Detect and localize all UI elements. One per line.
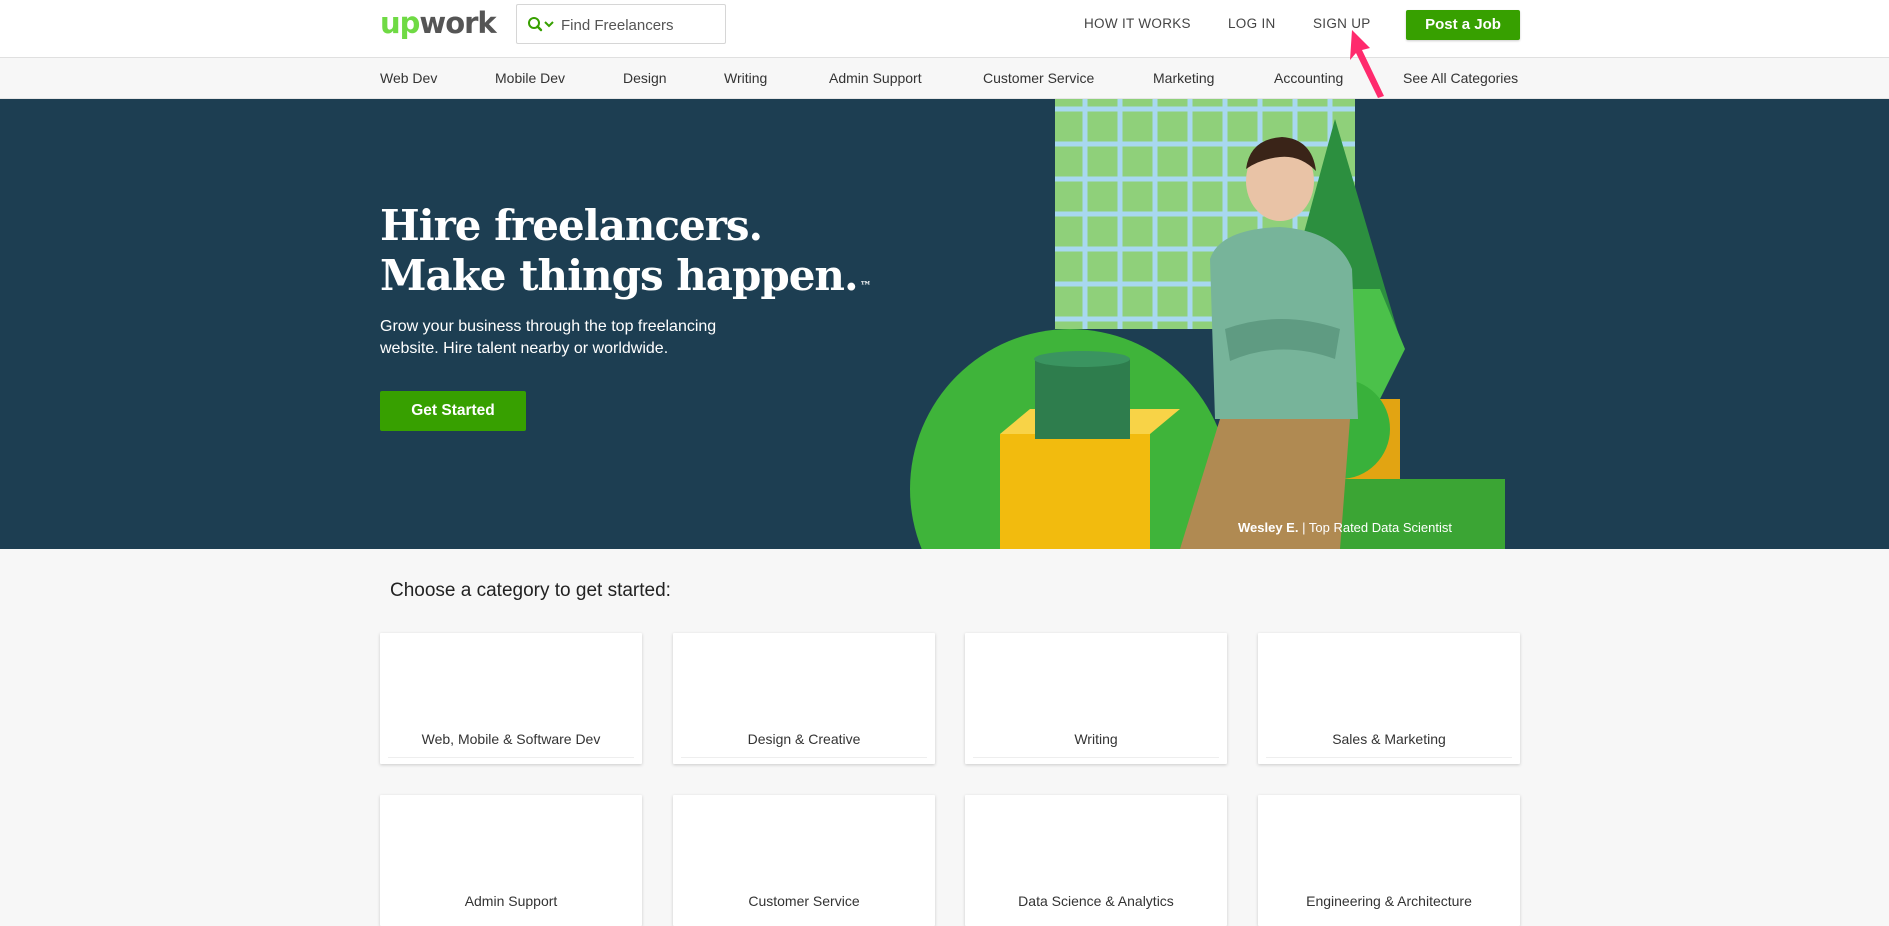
category-card[interactable]: Engineering & Architecture xyxy=(1258,795,1520,926)
category-subnav: Web Dev Mobile Dev Design Writing Admin … xyxy=(0,59,1889,99)
subnav-see-all-categories[interactable]: See All Categories xyxy=(1403,70,1518,86)
annotation-arrow-icon xyxy=(1350,30,1384,98)
hero-illustration xyxy=(910,99,1505,549)
subnav-admin-support[interactable]: Admin Support xyxy=(829,70,922,86)
category-card[interactable]: Writing xyxy=(965,633,1227,764)
subnav-web-dev[interactable]: Web Dev xyxy=(380,70,437,86)
category-card[interactable]: Data Science & Analytics xyxy=(965,795,1227,926)
nav-how-it-works[interactable]: HOW IT WORKS xyxy=(1084,16,1191,31)
upwork-logo[interactable]: upwork xyxy=(380,6,497,40)
subnav-design[interactable]: Design xyxy=(623,70,667,86)
subnav-accounting[interactable]: Accounting xyxy=(1274,70,1343,86)
category-card[interactable]: Admin Support xyxy=(380,795,642,926)
category-card[interactable]: Sales & Marketing xyxy=(1258,633,1520,764)
subnav-customer-service[interactable]: Customer Service xyxy=(983,70,1094,86)
hero-caption: Wesley E. | Top Rated Data Scientist xyxy=(1238,520,1452,535)
search-input[interactable] xyxy=(561,13,716,37)
top-header: upwork HOW IT WORKS LOG IN SIGN UP Post … xyxy=(0,0,1889,58)
subnav-writing[interactable]: Writing xyxy=(724,70,767,86)
category-card[interactable]: Customer Service xyxy=(673,795,935,926)
post-a-job-button[interactable]: Post a Job xyxy=(1406,10,1520,40)
search-box[interactable] xyxy=(516,4,726,44)
category-card[interactable]: Design & Creative xyxy=(673,633,935,764)
hero-banner: Hire freelancers. Make things happen. ™ G… xyxy=(0,99,1889,549)
get-started-button[interactable]: Get Started xyxy=(380,391,526,431)
subnav-mobile-dev[interactable]: Mobile Dev xyxy=(495,70,565,86)
nav-log-in[interactable]: LOG IN xyxy=(1228,16,1276,31)
category-label: Web, Mobile & Software Dev xyxy=(421,731,601,747)
search-icon[interactable] xyxy=(527,16,557,34)
subnav-marketing[interactable]: Marketing xyxy=(1153,70,1214,86)
category-section-title: Choose a category to get started: xyxy=(390,580,671,601)
hero-title: Hire freelancers. Make things happen. ™ xyxy=(380,201,872,300)
category-label: Design & Creative xyxy=(747,731,861,747)
category-label: Writing xyxy=(1074,731,1118,747)
category-label: Sales & Marketing xyxy=(1332,731,1446,747)
hero-subtitle: Grow your business through the top freel… xyxy=(380,318,717,357)
category-card[interactable]: Web, Mobile & Software Dev xyxy=(380,633,642,764)
